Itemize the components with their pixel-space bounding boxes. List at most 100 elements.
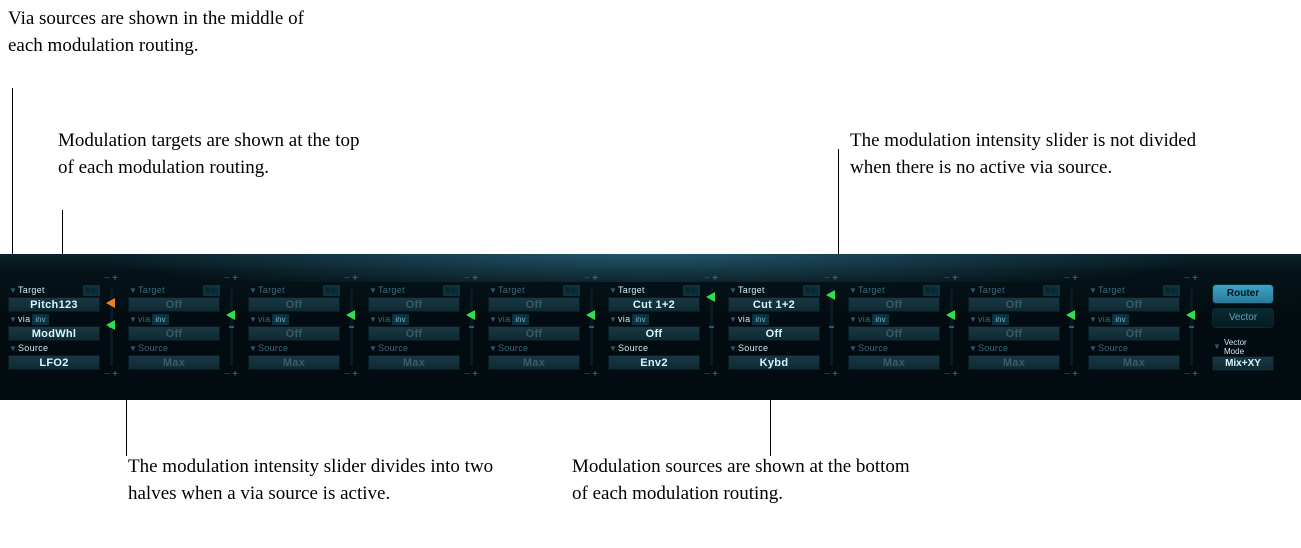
- invert-tag[interactable]: inv: [272, 314, 288, 325]
- intensity-handle[interactable]: [1186, 310, 1195, 320]
- intensity-slider[interactable]: −+ −+: [1062, 272, 1080, 382]
- via-menu[interactable]: Off: [968, 326, 1060, 341]
- invert-tag[interactable]: inv: [632, 314, 648, 325]
- dropdown-icon[interactable]: ▼: [968, 313, 978, 325]
- via-menu[interactable]: ModWhl: [8, 326, 100, 341]
- via-menu[interactable]: Off: [608, 326, 700, 341]
- target-menu[interactable]: Off: [368, 297, 460, 312]
- source-menu[interactable]: Env2: [608, 355, 700, 370]
- dropdown-icon[interactable]: ▼: [8, 284, 18, 296]
- invert-tag[interactable]: inv: [752, 314, 768, 325]
- bypass-tag[interactable]: b/p: [203, 285, 220, 296]
- vector-mode-menu[interactable]: Mix+XY: [1212, 356, 1274, 371]
- dropdown-icon[interactable]: ▼: [248, 284, 258, 296]
- intensity-handle[interactable]: [706, 292, 715, 302]
- bypass-tag[interactable]: b/p: [323, 285, 340, 296]
- via-menu[interactable]: Off: [128, 326, 220, 341]
- intensity-handle[interactable]: [346, 310, 355, 320]
- via-menu[interactable]: Off: [848, 326, 940, 341]
- target-menu[interactable]: Off: [128, 297, 220, 312]
- dropdown-icon[interactable]: ▼: [608, 284, 618, 296]
- dropdown-icon[interactable]: ▼: [488, 342, 498, 354]
- intensity-slider[interactable]: −+ −+: [1182, 272, 1200, 382]
- dropdown-icon[interactable]: ▼: [8, 313, 18, 325]
- intensity-slider[interactable]: −+ −+: [582, 272, 600, 382]
- dropdown-icon[interactable]: ▼: [248, 342, 258, 354]
- via-menu[interactable]: Off: [368, 326, 460, 341]
- dropdown-icon[interactable]: ▼: [728, 313, 738, 325]
- source-menu[interactable]: Max: [1088, 355, 1180, 370]
- dropdown-icon[interactable]: ▼: [848, 284, 858, 296]
- intensity-slider[interactable]: −+ −+: [942, 272, 960, 382]
- intensity-slider[interactable]: −+ −+: [102, 272, 120, 382]
- target-menu[interactable]: Off: [968, 297, 1060, 312]
- intensity-handle[interactable]: [586, 310, 595, 320]
- source-menu[interactable]: Max: [488, 355, 580, 370]
- bypass-tag[interactable]: b/p: [83, 285, 100, 296]
- dropdown-icon[interactable]: ▼: [128, 313, 138, 325]
- intensity-slider[interactable]: −+ −+: [822, 272, 840, 382]
- bypass-tag[interactable]: b/p: [923, 285, 940, 296]
- source-menu[interactable]: Max: [368, 355, 460, 370]
- dropdown-icon[interactable]: ▼: [368, 342, 378, 354]
- bypass-tag[interactable]: b/p: [1043, 285, 1060, 296]
- bypass-tag[interactable]: b/p: [683, 285, 700, 296]
- target-menu[interactable]: Cut 1+2: [608, 297, 700, 312]
- intensity-handle[interactable]: [826, 290, 835, 300]
- via-menu[interactable]: Off: [728, 326, 820, 341]
- bypass-tag[interactable]: b/p: [443, 285, 460, 296]
- source-menu[interactable]: Max: [968, 355, 1060, 370]
- dropdown-icon[interactable]: ▼: [608, 342, 618, 354]
- invert-tag[interactable]: inv: [512, 314, 528, 325]
- invert-tag[interactable]: inv: [392, 314, 408, 325]
- vector-tab[interactable]: Vector: [1212, 308, 1274, 328]
- source-menu[interactable]: Kybd: [728, 355, 820, 370]
- via-menu[interactable]: Off: [1088, 326, 1180, 341]
- dropdown-icon[interactable]: ▼: [1088, 342, 1098, 354]
- dropdown-icon[interactable]: ▼: [1088, 313, 1098, 325]
- target-menu[interactable]: Off: [248, 297, 340, 312]
- intensity-handle[interactable]: [1066, 310, 1075, 320]
- intensity-handle[interactable]: [106, 320, 115, 330]
- via-menu[interactable]: Off: [488, 326, 580, 341]
- intensity-slider[interactable]: −+ −+: [462, 272, 480, 382]
- intensity-slider[interactable]: −+ −+: [702, 272, 720, 382]
- dropdown-icon[interactable]: ▼: [1212, 341, 1222, 353]
- invert-tag[interactable]: inv: [992, 314, 1008, 325]
- via-intensity-handle[interactable]: [106, 298, 115, 308]
- dropdown-icon[interactable]: ▼: [848, 313, 858, 325]
- dropdown-icon[interactable]: ▼: [488, 313, 498, 325]
- intensity-slider[interactable]: −+ −+: [222, 272, 240, 382]
- router-tab[interactable]: Router: [1212, 284, 1274, 304]
- dropdown-icon[interactable]: ▼: [728, 342, 738, 354]
- invert-tag[interactable]: inv: [32, 314, 48, 325]
- dropdown-icon[interactable]: ▼: [8, 342, 18, 354]
- dropdown-icon[interactable]: ▼: [128, 342, 138, 354]
- dropdown-icon[interactable]: ▼: [488, 284, 498, 296]
- target-menu[interactable]: Pitch123: [8, 297, 100, 312]
- invert-tag[interactable]: inv: [1112, 314, 1128, 325]
- intensity-slider[interactable]: −+ −+: [342, 272, 360, 382]
- dropdown-icon[interactable]: ▼: [848, 342, 858, 354]
- intensity-handle[interactable]: [946, 310, 955, 320]
- dropdown-icon[interactable]: ▼: [368, 284, 378, 296]
- invert-tag[interactable]: inv: [152, 314, 168, 325]
- dropdown-icon[interactable]: ▼: [248, 313, 258, 325]
- via-menu[interactable]: Off: [248, 326, 340, 341]
- dropdown-icon[interactable]: ▼: [1088, 284, 1098, 296]
- dropdown-icon[interactable]: ▼: [968, 284, 978, 296]
- dropdown-icon[interactable]: ▼: [608, 313, 618, 325]
- dropdown-icon[interactable]: ▼: [728, 284, 738, 296]
- source-menu[interactable]: Max: [248, 355, 340, 370]
- target-menu[interactable]: Cut 1+2: [728, 297, 820, 312]
- source-menu[interactable]: Max: [128, 355, 220, 370]
- target-menu[interactable]: Off: [848, 297, 940, 312]
- target-menu[interactable]: Off: [1088, 297, 1180, 312]
- bypass-tag[interactable]: b/p: [803, 285, 820, 296]
- bypass-tag[interactable]: b/p: [1163, 285, 1180, 296]
- dropdown-icon[interactable]: ▼: [968, 342, 978, 354]
- invert-tag[interactable]: inv: [872, 314, 888, 325]
- source-menu[interactable]: LFO2: [8, 355, 100, 370]
- bypass-tag[interactable]: b/p: [563, 285, 580, 296]
- dropdown-icon[interactable]: ▼: [368, 313, 378, 325]
